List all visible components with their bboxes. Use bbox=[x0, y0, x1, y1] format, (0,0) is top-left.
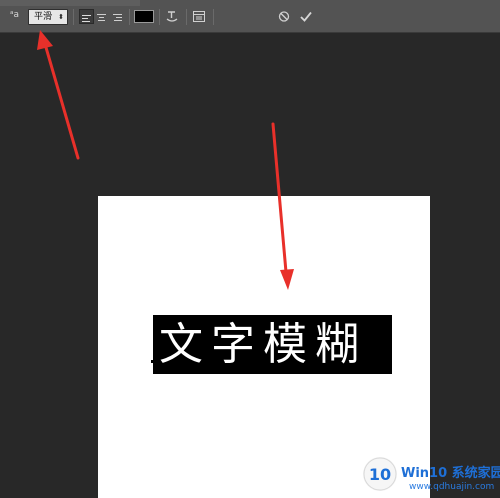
win10-logo-icon: 10 bbox=[363, 457, 397, 491]
arrow-to-antialias bbox=[37, 30, 80, 160]
win10-logo: 10 bbox=[363, 457, 397, 491]
site-watermark: 10 Win10 系统家园 www.qdhuajin.com bbox=[360, 455, 500, 498]
win10-logo-text: 10 bbox=[369, 465, 391, 484]
watermark-url: www.qdhuajin.com bbox=[409, 482, 495, 492]
arrow-to-text bbox=[271, 122, 294, 290]
watermark-title: Win10 系统家园 bbox=[401, 466, 500, 481]
photoshop-workspace: ᵃa 平滑 ⬍ 文字模糊 10 Win10 系统家园 www.qdhuajin.… bbox=[0, 0, 500, 498]
annotation-arrows bbox=[37, 30, 294, 290]
